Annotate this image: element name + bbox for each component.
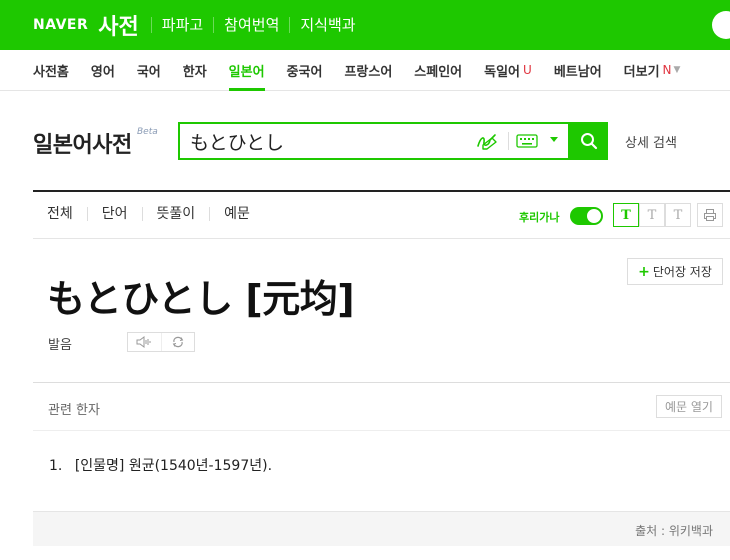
meaning-number: 1. [49, 458, 63, 474]
filter-examples[interactable]: 예문 [209, 207, 264, 221]
related-hanja-label[interactable]: 관련 한자 [48, 399, 100, 418]
font-size-small-button[interactable]: T [613, 203, 639, 227]
repeat-pronunciation-button[interactable] [160, 333, 195, 351]
search-box [178, 122, 570, 160]
divider [33, 238, 730, 239]
meaning-text: [인물명] 원균(1540년-1597년). [74, 458, 273, 474]
subnav-item-vietnamese[interactable]: 베트남어 [554, 50, 602, 90]
user-avatar[interactable] [712, 11, 730, 39]
source-bar: 출처 : 위키백과 [33, 511, 730, 546]
print-button[interactable] [697, 203, 723, 227]
nav-papago[interactable]: 파파고 [150, 17, 213, 33]
subnav-item-home[interactable]: 사전홈 [33, 50, 69, 90]
divider [33, 382, 730, 383]
keyboard-dropdown-caret-icon[interactable] [550, 137, 558, 142]
chevron-down-icon: ▼ [673, 65, 681, 75]
repeat-icon [172, 336, 184, 348]
subnav-item-english[interactable]: 영어 [91, 50, 115, 90]
filter-all[interactable]: 전체 [33, 207, 87, 221]
advanced-search-link[interactable]: 상세 검색 [625, 132, 677, 151]
play-pronunciation-button[interactable] [128, 333, 161, 351]
dictionary-title[interactable]: 일본어사전 [33, 127, 132, 159]
font-size-large-button[interactable]: T [665, 203, 691, 227]
pronunciation-label: 발음 [48, 338, 72, 353]
search-button[interactable] [570, 122, 608, 160]
beta-label: Beta [137, 127, 158, 137]
dictionary-logo[interactable]: 사전 [98, 9, 138, 41]
entry-headword: もとひとし [元均] [47, 277, 355, 321]
divider [508, 132, 509, 150]
subnav-item-hanja[interactable]: 한자 [183, 50, 207, 90]
subnav-item-korean[interactable]: 국어 [137, 50, 161, 90]
subnav-item-more[interactable]: 더보기 N ▼ [624, 50, 681, 90]
filter-meanings[interactable]: 뜻풀이 [141, 207, 210, 221]
divider [33, 190, 730, 192]
language-nav: 사전홈 영어 국어 한자 일본어 중국어 프랑스어 스페인어 독일어 U 베트남어… [0, 50, 730, 91]
handwriting-icon[interactable] [475, 132, 499, 150]
plus-icon: + [638, 263, 650, 280]
subnav-item-french[interactable]: 프랑스어 [344, 50, 392, 90]
search-icon [581, 133, 598, 150]
subnav-item-japanese[interactable]: 일본어 [228, 50, 265, 91]
update-badge: U [523, 63, 532, 77]
search-input[interactable] [190, 124, 470, 158]
subnav-item-german[interactable]: 독일어 U [484, 50, 532, 90]
top-header: NAVER 사전 파파고 참여번역 지식백과 [0, 0, 730, 50]
source-text[interactable]: 출처 : 위키백과 [635, 522, 713, 539]
naver-logo[interactable]: NAVER [33, 17, 88, 33]
divider [33, 430, 730, 431]
pronunciation-controls [127, 332, 195, 352]
meaning-item: 1. [인물명] 원균(1540년-1597년). [49, 455, 272, 475]
speaker-icon [136, 336, 151, 348]
result-filters: 전체 단어 뜻풀이 예문 [33, 207, 264, 221]
furigana-label: 후리가나 [519, 211, 560, 224]
new-badge: N [662, 63, 672, 77]
font-size-medium-button[interactable]: T [639, 203, 665, 227]
subnav-item-chinese[interactable]: 중국어 [287, 50, 323, 90]
nav-participate-translation[interactable]: 참여번역 [213, 17, 289, 33]
top-nav: 파파고 참여번역 지식백과 [150, 17, 366, 33]
open-examples-button[interactable]: 예문 열기 [656, 395, 722, 418]
save-to-wordbook-button[interactable]: + 단어장 저장 [627, 258, 723, 285]
nav-knowledge-encyclopedia[interactable]: 지식백과 [289, 17, 365, 33]
toggle-knob [586, 208, 602, 224]
subnav-item-spanish[interactable]: 스페인어 [414, 50, 462, 90]
filter-words[interactable]: 단어 [86, 207, 142, 221]
furigana-toggle[interactable] [570, 207, 603, 225]
keyboard-icon[interactable] [516, 133, 538, 149]
print-icon [704, 209, 716, 221]
